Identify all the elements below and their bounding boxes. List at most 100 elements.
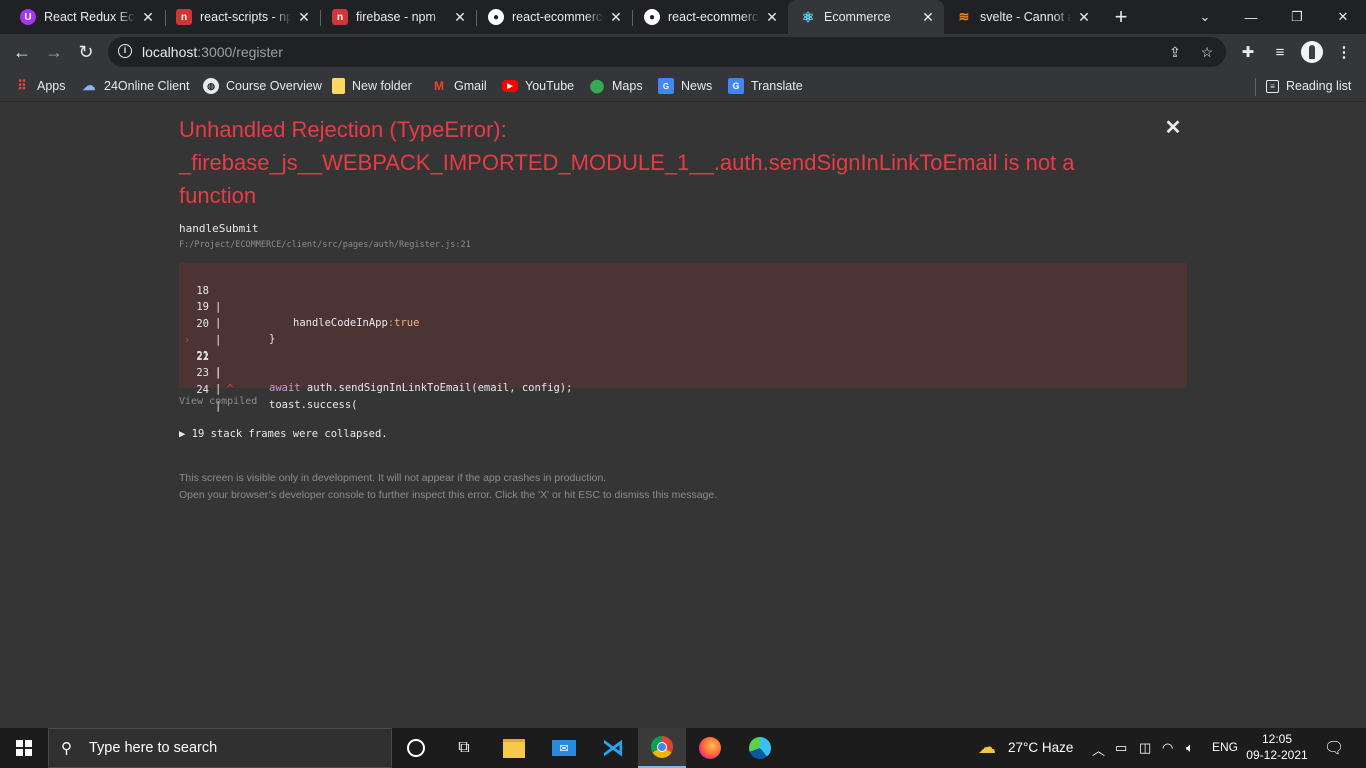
chrome-button[interactable]: [638, 728, 686, 768]
npm-icon: n: [176, 9, 192, 25]
maps-icon: ⬤: [589, 78, 605, 93]
bookmark-translate[interactable]: G Translate: [728, 76, 803, 96]
cortana-button[interactable]: [392, 728, 440, 768]
udemy-icon: U: [20, 9, 36, 25]
weather-text[interactable]: 27°C Haze: [1008, 740, 1073, 755]
tab-strip: U React Redux Ecom ✕ n react-scripts - n…: [0, 0, 1366, 34]
bookmark-label: 24Online Client: [104, 79, 190, 93]
view-compiled-link[interactable]: View compiled: [179, 396, 257, 407]
close-tab-icon[interactable]: ✕: [608, 9, 624, 25]
language-indicator[interactable]: ENG: [1212, 740, 1238, 754]
mail-button[interactable]: ✉: [540, 728, 588, 768]
bookmark-course-overview[interactable]: ◍ Course Overview: [203, 76, 322, 96]
url-path: :3000/register: [197, 44, 283, 60]
system-clock[interactable]: 12:05 09-12-2021: [1240, 731, 1314, 763]
bookmark-24online[interactable]: ☁ 24Online Client: [81, 76, 190, 96]
code-text: await auth.sendSignInLinkToEmail(email, …: [269, 382, 573, 394]
search-icon: ⚲: [61, 740, 72, 757]
task-view-button[interactable]: ⧉: [440, 728, 488, 768]
task-view-icon: ⧉: [458, 739, 470, 756]
browser-tab[interactable]: ≋ svelte - Cannot a ✕: [944, 0, 1100, 34]
vscode-button[interactable]: ⋊: [589, 728, 637, 768]
tab-title: react-ecommerce: [512, 10, 604, 24]
bookmark-news[interactable]: G News: [658, 76, 712, 96]
volume-icon[interactable]: 🔈︎: [1186, 740, 1194, 756]
bookmark-new-folder[interactable]: New folder: [332, 76, 412, 96]
search-placeholder: Type here to search: [89, 740, 218, 756]
vscode-icon: ⋊: [602, 735, 624, 760]
battery-icon[interactable]: ▭: [1115, 740, 1127, 756]
close-tab-icon[interactable]: ✕: [452, 9, 468, 25]
browser-tab[interactable]: ● react-ecommerce ✕: [632, 0, 788, 34]
profile-avatar[interactable]: [1301, 41, 1323, 63]
meet-now-icon[interactable]: ◫: [1139, 740, 1151, 756]
browser-tab-active[interactable]: ⚛ Ecommerce ✕: [788, 0, 944, 34]
browser-tab[interactable]: n firebase - npm ✕: [320, 0, 476, 34]
collapsed-frames-toggle[interactable]: ▶ 19 stack frames were collapsed.: [179, 428, 388, 440]
media-queue-icon[interactable]: ≡: [1270, 42, 1290, 62]
clock-time: 12:05: [1261, 732, 1293, 746]
folder-icon: [503, 738, 525, 758]
minimize-button[interactable]: —: [1228, 0, 1274, 34]
close-tab-icon[interactable]: ✕: [920, 9, 936, 25]
footer-line: This screen is visible only in developme…: [179, 472, 607, 484]
menu-kebab-icon[interactable]: ⋮: [1334, 42, 1354, 62]
news-icon: G: [658, 78, 674, 94]
close-overlay-icon[interactable]: ✕: [1163, 118, 1183, 138]
tray-overflow-chevron-icon[interactable]: ︿: [1092, 740, 1105, 759]
bookmark-label: New folder: [352, 79, 412, 93]
restore-button[interactable]: ❐: [1274, 0, 1320, 34]
tab-title: React Redux Ecom: [44, 10, 136, 24]
bookmark-label: Translate: [751, 79, 803, 93]
bookmark-gmail[interactable]: M Gmail: [431, 76, 487, 96]
back-button[interactable]: ←: [8, 38, 36, 66]
bookmark-star-icon[interactable]: ☆: [1198, 43, 1216, 61]
collapsed-frames-text: 19 stack frames were collapsed.: [191, 428, 388, 440]
youtube-icon: ▶: [502, 80, 518, 92]
forward-button[interactable]: →: [40, 38, 68, 66]
bookmark-maps[interactable]: ⬤ Maps: [589, 76, 643, 96]
tab-search-button[interactable]: ⌄: [1182, 0, 1228, 34]
bookmarks-divider: [1255, 78, 1256, 96]
code-line: 19 | }: [179, 283, 1187, 345]
chrome-icon: [651, 736, 673, 758]
reading-list-icon: ≡: [1266, 79, 1279, 93]
notifications-icon[interactable]: 🗨︎: [1324, 738, 1344, 758]
react-icon: ⚛: [801, 8, 815, 25]
address-bar[interactable]: i localhost:3000/register ⇪ ☆: [108, 37, 1226, 67]
extensions-puzzle-icon[interactable]: ✚: [1238, 42, 1258, 62]
footer-line: Open your browser’s developer console to…: [179, 489, 718, 501]
file-explorer-button[interactable]: [490, 728, 538, 768]
reload-button[interactable]: ↻: [72, 38, 100, 66]
bookmark-apps[interactable]: ⠿ Apps: [14, 76, 66, 96]
taskbar-search-box[interactable]: ⚲ Type here to search: [48, 728, 392, 768]
gmail-icon: M: [434, 79, 444, 93]
new-tab-button[interactable]: +: [1109, 4, 1133, 29]
error-caret: ^: [227, 383, 234, 395]
start-button[interactable]: [0, 728, 48, 768]
cloud-icon: ☁: [82, 78, 96, 93]
windows-logo-icon: [16, 740, 32, 756]
close-tab-icon[interactable]: ✕: [1076, 9, 1092, 25]
close-tab-icon[interactable]: ✕: [764, 9, 780, 25]
bookmark-label: Apps: [37, 79, 66, 93]
wifi-icon[interactable]: ◠: [1162, 740, 1173, 756]
reading-list-button[interactable]: ≡ Reading list: [1266, 76, 1351, 96]
tab-title: react-scripts - np: [200, 10, 292, 24]
browser-tab[interactable]: U React Redux Ecom ✕: [8, 0, 164, 34]
weather-icon[interactable]: ☁: [978, 737, 996, 758]
firefox-button[interactable]: [686, 728, 734, 768]
close-tab-icon[interactable]: ✕: [140, 9, 156, 25]
bookmark-youtube[interactable]: ▶ YouTube: [502, 76, 574, 96]
url-text[interactable]: localhost:3000/register: [142, 44, 283, 60]
browser-tab[interactable]: n react-scripts - np ✕: [164, 0, 320, 34]
close-tab-icon[interactable]: ✕: [296, 9, 312, 25]
bookmark-label: YouTube: [525, 79, 575, 93]
tab-title: svelte - Cannot a: [980, 10, 1072, 24]
share-icon[interactable]: ⇪: [1166, 43, 1184, 61]
close-window-button[interactable]: ✕: [1320, 0, 1366, 34]
site-info-icon[interactable]: i: [118, 44, 132, 58]
browser-tab[interactable]: ● react-ecommerce ✕: [476, 0, 632, 34]
stack-file-path[interactable]: F:/Project/ECOMMERCE/client/src/pages/au…: [179, 240, 471, 250]
edge-button[interactable]: [736, 728, 784, 768]
